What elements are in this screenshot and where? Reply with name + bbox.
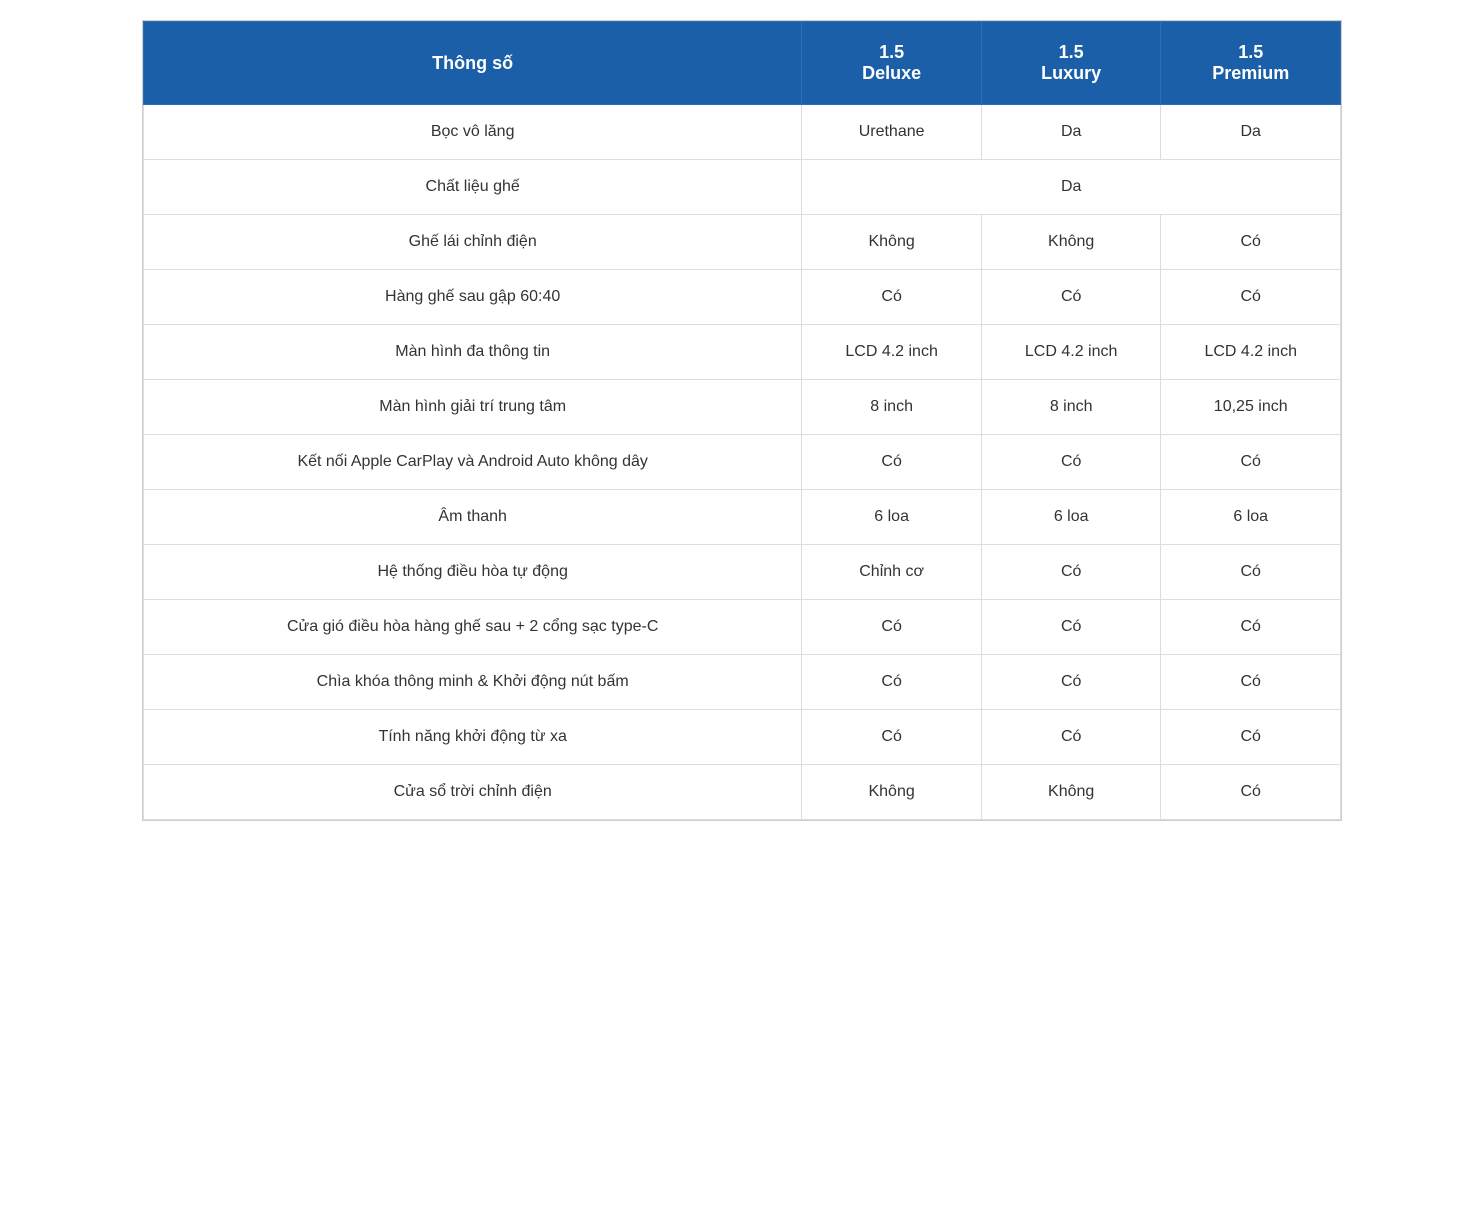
deluxe-cell: 6 loa <box>802 490 982 545</box>
merged-value-cell: Da <box>802 160 1341 215</box>
header-premium-line1: 1.5 <box>1238 42 1263 62</box>
header-premium-line2: Premium <box>1212 63 1289 83</box>
deluxe-cell: Có <box>802 600 982 655</box>
premium-cell: Da <box>1161 105 1341 160</box>
luxury-cell: Có <box>981 655 1161 710</box>
header-luxury-line2: Luxury <box>1041 63 1101 83</box>
feature-cell: Màn hình đa thông tin <box>144 325 802 380</box>
premium-cell: Có <box>1161 655 1341 710</box>
deluxe-cell: Có <box>802 655 982 710</box>
table-row: Ghế lái chỉnh điệnKhôngKhôngCó <box>144 215 1341 270</box>
premium-cell: LCD 4.2 inch <box>1161 325 1341 380</box>
header-feature-label: Thông số <box>432 53 513 73</box>
luxury-cell: Có <box>981 710 1161 765</box>
luxury-cell: Có <box>981 270 1161 325</box>
deluxe-cell: Urethane <box>802 105 982 160</box>
premium-cell: Có <box>1161 545 1341 600</box>
deluxe-cell: Chỉnh cơ <box>802 545 982 600</box>
deluxe-cell: Có <box>802 270 982 325</box>
luxury-cell: LCD 4.2 inch <box>981 325 1161 380</box>
feature-cell: Âm thanh <box>144 490 802 545</box>
luxury-cell: Không <box>981 765 1161 820</box>
premium-cell: 10,25 inch <box>1161 380 1341 435</box>
header-luxury: 1.5 Luxury <box>981 22 1161 105</box>
feature-cell: Tính năng khởi động từ xa <box>144 710 802 765</box>
feature-cell: Màn hình giải trí trung tâm <box>144 380 802 435</box>
feature-cell: Chất liệu ghế <box>144 160 802 215</box>
table-row: Kết nối Apple CarPlay và Android Auto kh… <box>144 435 1341 490</box>
feature-cell: Cửa sổ trời chỉnh điện <box>144 765 802 820</box>
luxury-cell: Có <box>981 435 1161 490</box>
header-deluxe: 1.5 Deluxe <box>802 22 982 105</box>
table-row: Chất liệu ghếDa <box>144 160 1341 215</box>
luxury-cell: Da <box>981 105 1161 160</box>
deluxe-cell: 8 inch <box>802 380 982 435</box>
feature-cell: Bọc vô lăng <box>144 105 802 160</box>
header-luxury-line1: 1.5 <box>1059 42 1084 62</box>
premium-cell: 6 loa <box>1161 490 1341 545</box>
table-row: Cửa gió điều hòa hàng ghế sau + 2 cổng s… <box>144 600 1341 655</box>
deluxe-cell: Có <box>802 435 982 490</box>
premium-cell: Có <box>1161 435 1341 490</box>
premium-cell: Có <box>1161 765 1341 820</box>
feature-cell: Hàng ghế sau gập 60:40 <box>144 270 802 325</box>
premium-cell: Có <box>1161 710 1341 765</box>
header-feature: Thông số <box>144 22 802 105</box>
header-deluxe-line1: 1.5 <box>879 42 904 62</box>
premium-cell: Có <box>1161 600 1341 655</box>
table-row: Bọc vô lăngUrethaneDaDa <box>144 105 1341 160</box>
table-row: Chìa khóa thông minh & Khởi động nút bấm… <box>144 655 1341 710</box>
specs-table: Thông số 1.5 Deluxe 1.5 Luxury 1.5 Premi… <box>142 20 1342 821</box>
deluxe-cell: Có <box>802 710 982 765</box>
table-row: Tính năng khởi động từ xaCóCóCó <box>144 710 1341 765</box>
table-row: Màn hình giải trí trung tâm8 inch8 inch1… <box>144 380 1341 435</box>
table-row: Hệ thống điều hòa tự độngChỉnh cơCóCó <box>144 545 1341 600</box>
header-premium: 1.5 Premium <box>1161 22 1341 105</box>
premium-cell: Có <box>1161 215 1341 270</box>
luxury-cell: Có <box>981 600 1161 655</box>
luxury-cell: 6 loa <box>981 490 1161 545</box>
luxury-cell: Không <box>981 215 1161 270</box>
table-header-row: Thông số 1.5 Deluxe 1.5 Luxury 1.5 Premi… <box>144 22 1341 105</box>
feature-cell: Kết nối Apple CarPlay và Android Auto kh… <box>144 435 802 490</box>
feature-cell: Hệ thống điều hòa tự động <box>144 545 802 600</box>
deluxe-cell: Không <box>802 215 982 270</box>
luxury-cell: Có <box>981 545 1161 600</box>
table-row: Hàng ghế sau gập 60:40CóCóCó <box>144 270 1341 325</box>
premium-cell: Có <box>1161 270 1341 325</box>
luxury-cell: 8 inch <box>981 380 1161 435</box>
feature-cell: Ghế lái chỉnh điện <box>144 215 802 270</box>
feature-cell: Cửa gió điều hòa hàng ghế sau + 2 cổng s… <box>144 600 802 655</box>
header-deluxe-line2: Deluxe <box>862 63 921 83</box>
feature-cell: Chìa khóa thông minh & Khởi động nút bấm <box>144 655 802 710</box>
deluxe-cell: LCD 4.2 inch <box>802 325 982 380</box>
table-row: Cửa sổ trời chỉnh điệnKhôngKhôngCó <box>144 765 1341 820</box>
deluxe-cell: Không <box>802 765 982 820</box>
table-row: Âm thanh6 loa6 loa6 loa <box>144 490 1341 545</box>
table-row: Màn hình đa thông tinLCD 4.2 inchLCD 4.2… <box>144 325 1341 380</box>
